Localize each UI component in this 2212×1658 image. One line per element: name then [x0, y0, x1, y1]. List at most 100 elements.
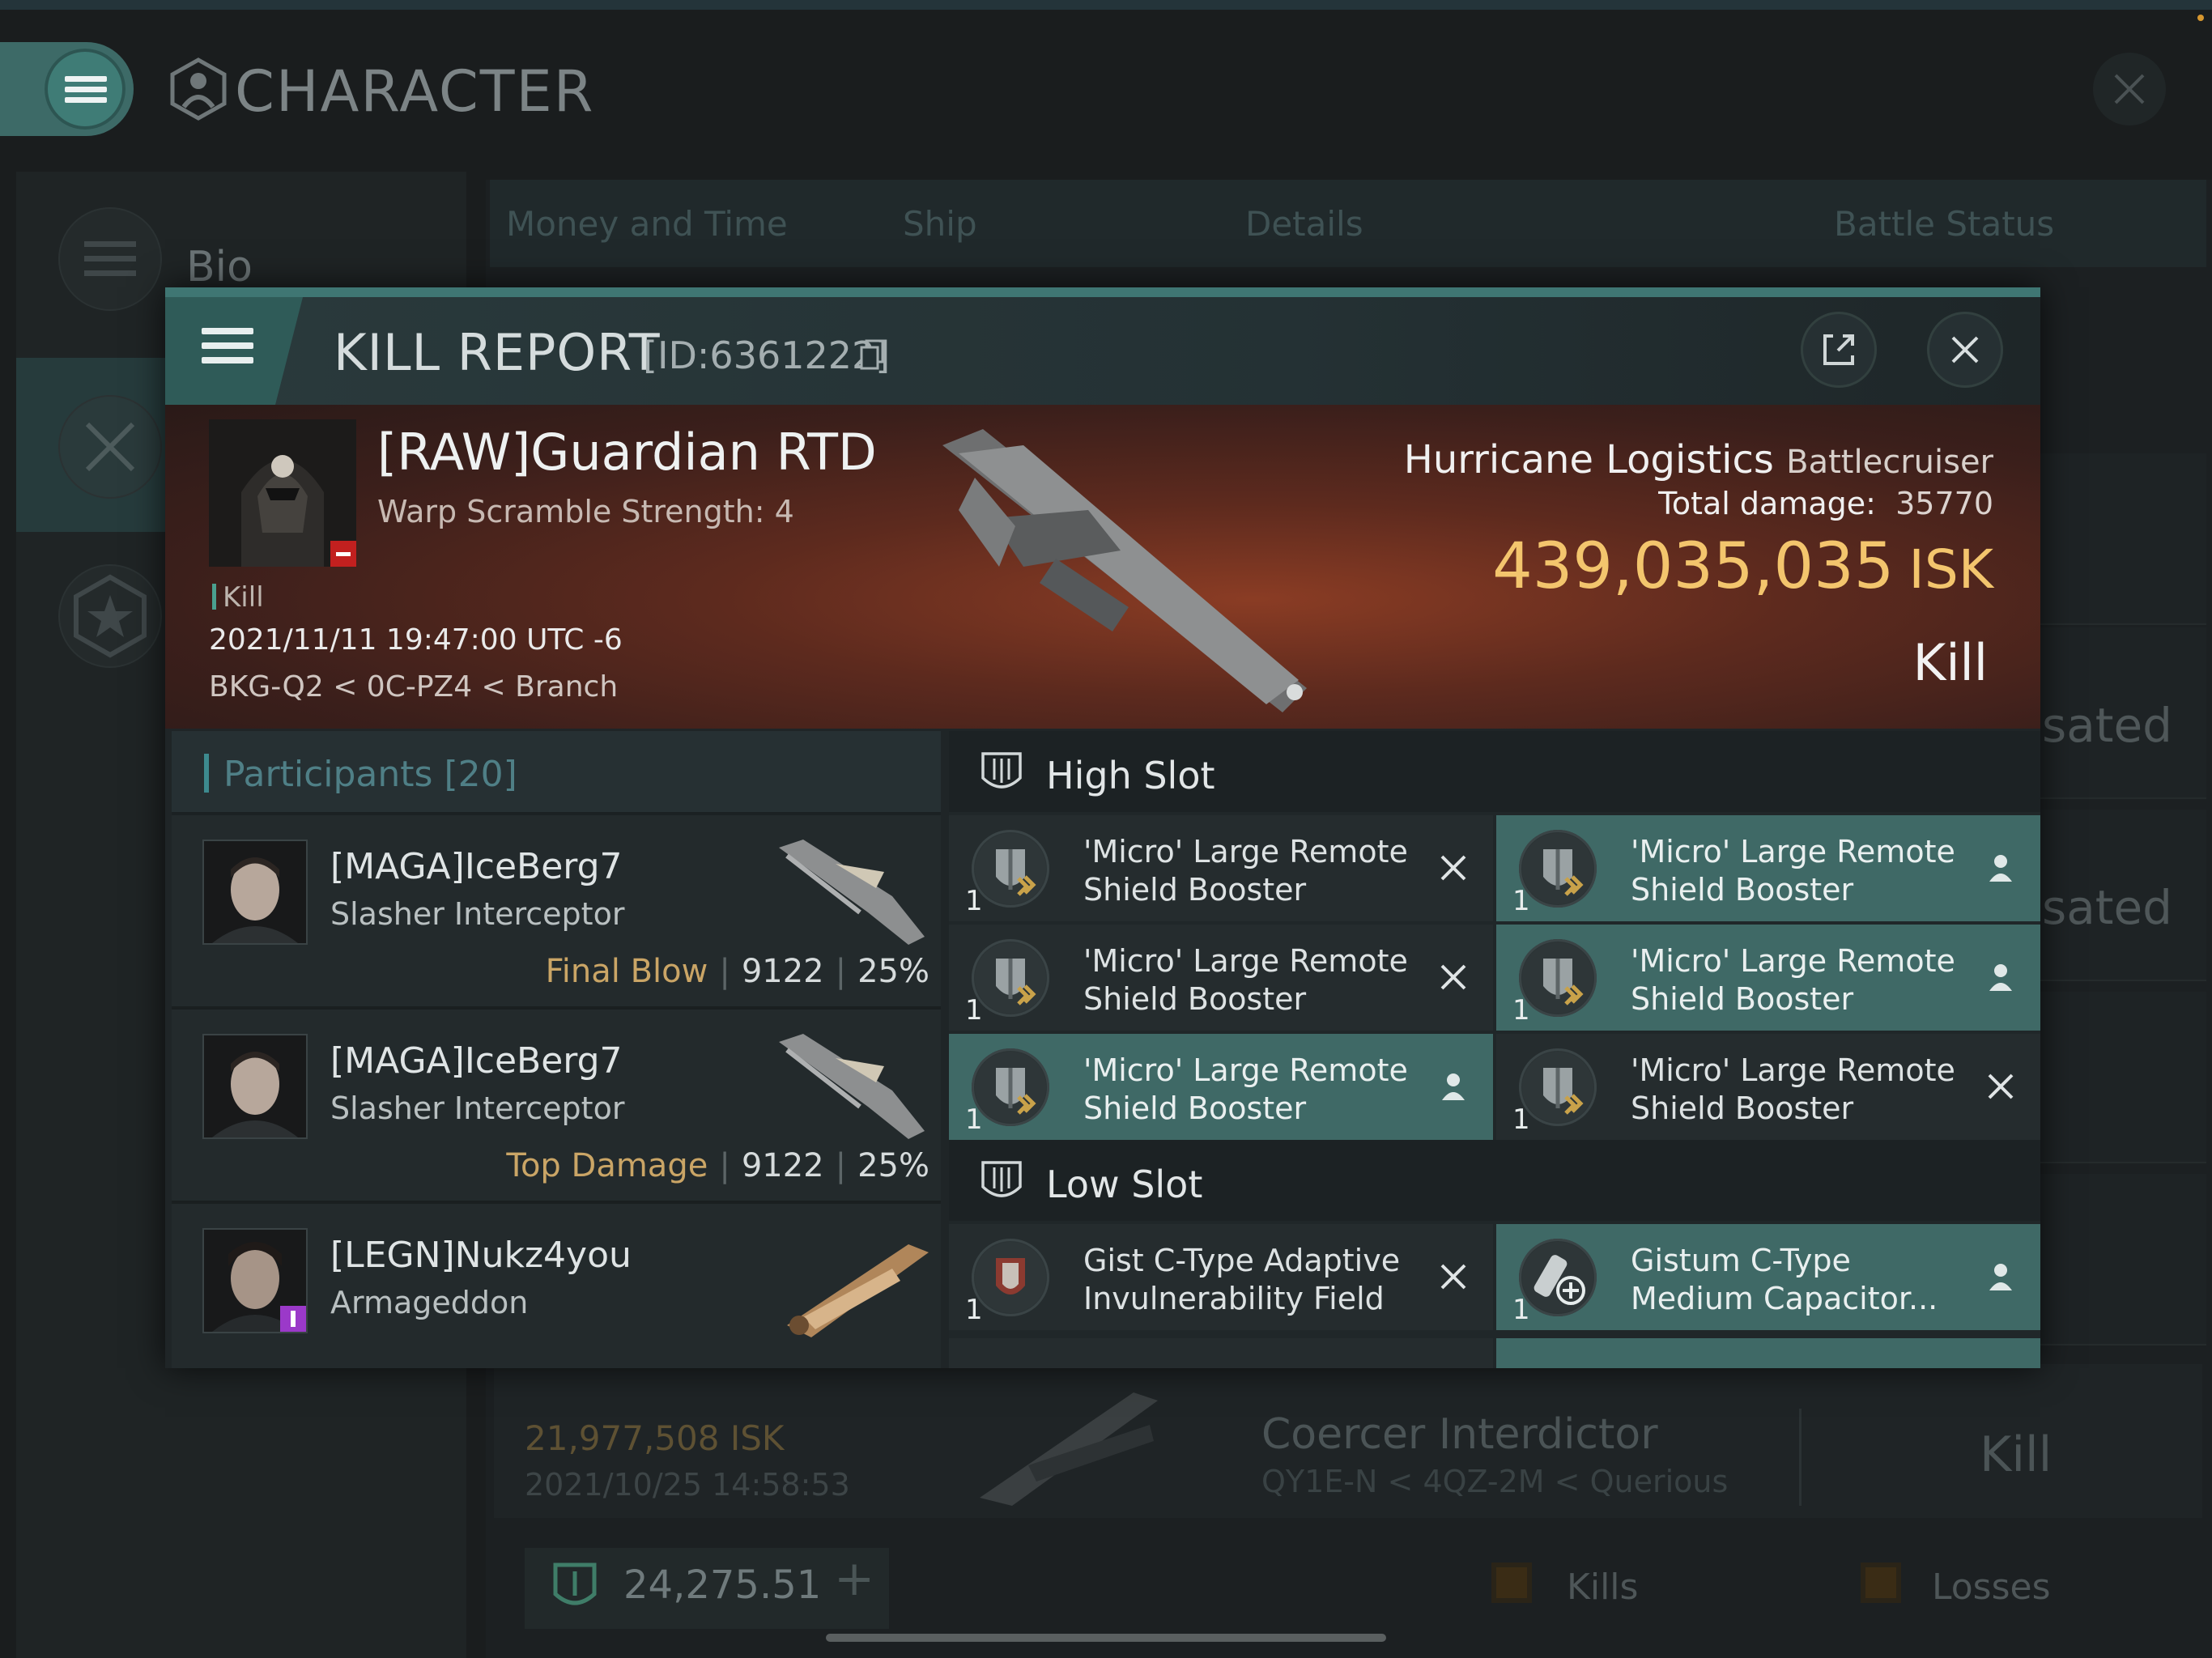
participant-ship: Slasher Interceptor	[330, 896, 625, 932]
participant-ship-image	[787, 1244, 929, 1337]
module-slot[interactable]: 1 'Micro' Large Remote Shield Booster	[949, 1034, 1493, 1140]
module-name: 'Micro' Large Remote Shield Booster	[1631, 834, 1955, 908]
isk-value: 439,035,035 ISK	[1492, 530, 1993, 603]
character-icon	[170, 57, 227, 121]
participant-stats: Final Blow | 9122 | 25%	[545, 953, 929, 990]
row-fragment: sated	[2042, 698, 2173, 753]
share-button[interactable]	[1801, 312, 1877, 388]
list-icon	[58, 207, 162, 311]
close-character-button[interactable]	[2093, 53, 2166, 125]
history-location: QY1E-N < 4QZ-2M < Querious	[1261, 1464, 1729, 1499]
kill-summary-banner: [RAW]Guardian RTD Warp Scramble Strength…	[165, 405, 2040, 729]
participant-row[interactable]: [LEGN]Nukz4you Armageddon	[172, 1204, 941, 1368]
module-slot[interactable]: 1 'Micro' Large Remote Shield Booster	[1496, 925, 2040, 1031]
module-quantity: 1	[1512, 885, 1530, 917]
participant-row[interactable]: [MAGA]IceBerg7 Slasher Interceptor Top D…	[172, 1010, 941, 1204]
history-result: Kill	[1980, 1426, 2052, 1483]
module-quantity: 1	[965, 885, 983, 917]
module-slot-partial[interactable]	[949, 1338, 1493, 1368]
participant-stats: Top Damage | 9122 | 25%	[506, 1147, 929, 1184]
dropped-person-icon	[1442, 1073, 1465, 1100]
module-slot[interactable]: 1 Gistum C-Type Medium Capacitor...	[1496, 1224, 2040, 1330]
warp-scramble-strength: Warp Scramble Strength: 4	[377, 494, 794, 529]
kills-legend-label: Kills	[1567, 1567, 1639, 1608]
participants-header[interactable]: Participants [20]	[172, 731, 941, 812]
participant-name: [MAGA]IceBerg7	[330, 846, 623, 887]
participant-name: [MAGA]IceBerg7	[330, 1040, 623, 1082]
module-quantity: 1	[965, 1103, 983, 1136]
participant-ship-image	[779, 1034, 925, 1139]
module-slot-partial[interactable]	[1496, 1338, 2040, 1368]
victim-portrait[interactable]	[209, 419, 356, 567]
dropped-person-icon	[1989, 964, 2012, 991]
destroyed-x-icon	[1988, 1073, 2014, 1099]
page-title: CHARACTER	[235, 58, 595, 125]
add-funds-button[interactable]: +	[834, 1550, 874, 1607]
module-icon	[1519, 830, 1597, 908]
star-badge-icon	[58, 564, 162, 668]
module-quantity: 1	[1512, 994, 1530, 1027]
history-isk: 21,977,508 ISK	[525, 1418, 785, 1458]
dialog-menu-button[interactable]	[165, 297, 303, 405]
high-slot-header: High Slot	[949, 731, 2040, 812]
destroyed-x-icon	[1440, 964, 1466, 990]
sidebar-bio-label: Bio	[186, 243, 253, 291]
avatar	[202, 1034, 308, 1139]
victim-ship[interactable]: Hurricane Logistics Battlecruiser	[1404, 437, 1993, 483]
participants-panel: Participants [20] [MAGA]IceBerg7 Slasher…	[172, 731, 941, 1368]
module-name: Gist C-Type Adaptive Invulnerability Fie…	[1083, 1243, 1401, 1316]
fitting-panel: High Slot 1 'Micro' Large Remote Shield B…	[949, 731, 2040, 1368]
history-ship-image	[980, 1392, 1158, 1506]
module-name: 'Micro' Large Remote Shield Booster	[1083, 943, 1408, 1017]
module-slot[interactable]: 1 'Micro' Large Remote Shield Booster	[1496, 815, 2040, 921]
kill-date: 2021/11/11 19:47:00 UTC -6	[209, 623, 623, 657]
module-name: 'Micro' Large Remote Shield Booster	[1631, 943, 1955, 1017]
copy-icon[interactable]	[860, 339, 884, 370]
tab-money-and-time[interactable]: Money and Time	[506, 204, 788, 244]
tab-ship[interactable]: Ship	[903, 204, 977, 244]
module-icon	[972, 830, 1049, 908]
participant-row[interactable]: [MAGA]IceBerg7 Slasher Interceptor Final…	[172, 815, 941, 1010]
participants-label: Participants [20]	[204, 754, 517, 795]
losses-legend-label: Losses	[1932, 1567, 2051, 1608]
module-icon	[972, 1048, 1049, 1126]
module-icon	[1519, 1239, 1597, 1316]
victim-ship-image	[942, 429, 1307, 712]
module-name: 'Micro' Large Remote Shield Booster	[1631, 1052, 1955, 1126]
module-slot[interactable]: 1 'Micro' Large Remote Shield Booster	[949, 925, 1493, 1031]
wallet-balance: 24,275.51	[623, 1562, 822, 1608]
hamburger-icon	[45, 49, 125, 130]
avatar	[202, 1228, 308, 1333]
low-slot-icon	[981, 1161, 1022, 1197]
dialog-title: KILL REPORT	[334, 323, 661, 382]
destroyed-x-icon	[1440, 1264, 1466, 1290]
participant-name: [LEGN]Nukz4you	[330, 1235, 632, 1276]
home-indicator[interactable]	[826, 1634, 1386, 1642]
module-quantity: 1	[1512, 1103, 1530, 1136]
high-slot-icon	[981, 752, 1022, 789]
close-icon	[1951, 336, 1979, 363]
victim-name[interactable]: [RAW]Guardian RTD	[377, 423, 877, 482]
module-name: 'Micro' Large Remote Shield Booster	[1083, 834, 1408, 908]
history-ship-name: Coercer Interdictor	[1261, 1410, 1658, 1459]
participant-ship: Armageddon	[330, 1285, 529, 1320]
kill-location[interactable]: BKG-Q2 < 0C-PZ4 < Branch	[209, 670, 618, 704]
low-slot-header: Low Slot	[949, 1140, 2040, 1221]
wallet-icon	[553, 1562, 597, 1605]
module-slot[interactable]: 1 'Micro' Large Remote Shield Booster	[1496, 1034, 2040, 1140]
top-status-line	[0, 0, 2212, 10]
kills-legend-swatch	[1491, 1562, 1532, 1603]
close-dialog-button[interactable]	[1927, 312, 2003, 388]
main-menu-button[interactable]	[0, 42, 134, 136]
dropped-person-icon	[1989, 1264, 2012, 1290]
low-slot-title: Low Slot	[1046, 1163, 1203, 1206]
participant-ship: Slasher Interceptor	[330, 1090, 625, 1126]
close-icon	[2114, 74, 2145, 104]
module-name: 'Micro' Large Remote Shield Booster	[1083, 1052, 1408, 1126]
tab-battle-status[interactable]: Battle Status	[1834, 204, 2054, 244]
tab-details[interactable]: Details	[1245, 204, 1363, 244]
dialog-header: KILL REPORT [ID:6361222]	[165, 287, 2040, 405]
module-slot[interactable]: 1 Gist C-Type Adaptive Invulnerability Fi…	[949, 1224, 1493, 1330]
destroyed-x-icon	[1440, 855, 1466, 881]
module-slot[interactable]: 1 'Micro' Large Remote Shield Booster	[949, 815, 1493, 921]
